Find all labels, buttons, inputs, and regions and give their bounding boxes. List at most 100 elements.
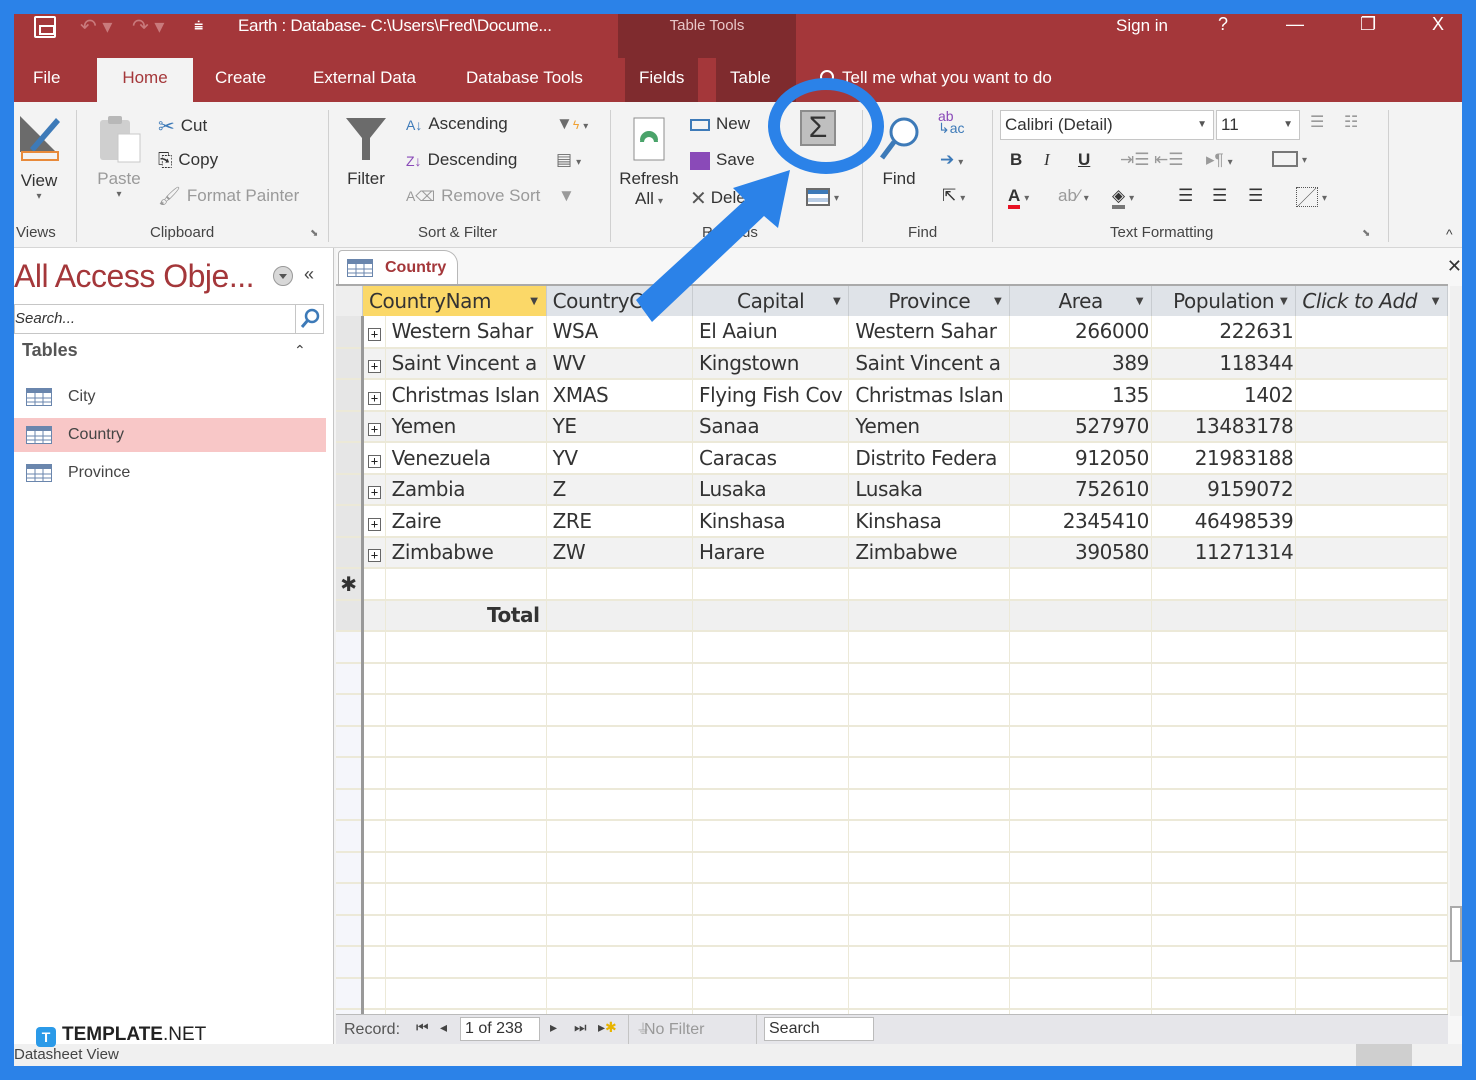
table-row[interactable]: + Zaire ZRE Kinshasa Kinshasa 2345410 46498539	[336, 505, 1448, 538]
save-icon[interactable]	[34, 16, 56, 38]
selection-filter-button[interactable]: ▼ϟ ▾	[556, 114, 588, 134]
cell-population[interactable]: 222631	[1151, 316, 1297, 349]
empty-cell[interactable]	[692, 568, 850, 601]
align-left-button[interactable]: ☰	[1178, 186, 1193, 206]
cell-area[interactable]: 752610	[1009, 473, 1152, 506]
row-selector[interactable]	[336, 347, 364, 380]
expand-plus-icon[interactable]: +	[367, 391, 381, 405]
table-row[interactable]: + Zimbabwe ZW Harare Zimbabwe 390580 11271314	[336, 536, 1448, 569]
shutter-bar-close-icon[interactable]: «	[304, 264, 314, 285]
align-center-button[interactable]: ☰	[1212, 186, 1227, 206]
cell-population[interactable]: 1402	[1151, 379, 1297, 412]
chevron-down-icon[interactable]: ▼	[1136, 296, 1144, 307]
tab-table[interactable]: Table	[716, 58, 796, 102]
total-cell[interactable]	[1009, 599, 1152, 632]
cell-population[interactable]: 13483178	[1151, 410, 1297, 443]
cell-click-to-add[interactable]	[1295, 442, 1448, 475]
highlight-button[interactable]: ab⁄ ▾	[1058, 186, 1089, 206]
cell-province[interactable]: Saint Vincent a	[848, 347, 1011, 380]
cell-area[interactable]: 266000	[1009, 316, 1152, 349]
select-button[interactable]: ⇱ ▾	[942, 186, 965, 206]
cell-country-name[interactable]: Zambia	[385, 473, 547, 506]
cell-country-code[interactable]: WSA	[546, 316, 694, 349]
decrease-indent-button[interactable]: ⇤☰	[1154, 150, 1183, 170]
cell-country-name[interactable]: Western Sahar	[385, 316, 547, 349]
total-cell[interactable]	[848, 599, 1011, 632]
new-record-button[interactable]: New	[690, 114, 750, 134]
cut-button[interactable]: ✂ Cut	[158, 114, 207, 139]
view-button[interactable]: View ▾	[16, 112, 62, 202]
minimize-button[interactable]: —	[1286, 14, 1304, 35]
empty-cell[interactable]	[1151, 568, 1297, 601]
next-record-icon[interactable]: ▸	[550, 1019, 557, 1036]
cell-click-to-add[interactable]	[1295, 379, 1448, 412]
record-search-input[interactable]: Search	[764, 1017, 874, 1041]
delete-record-button[interactable]: ✕ Delete	[690, 186, 760, 211]
row-selector[interactable]	[336, 410, 364, 443]
table-row[interactable]: + Zambia Z Lusaka Lusaka 752610 9159072	[336, 473, 1448, 506]
totals-button[interactable]: Σ	[800, 110, 836, 146]
cell-country-name[interactable]: Saint Vincent a	[385, 347, 547, 380]
sign-in-link[interactable]: Sign in	[1116, 16, 1168, 36]
new-record-row[interactable]: ✱	[336, 568, 1448, 601]
cell-province[interactable]: Yemen	[848, 410, 1011, 443]
expand-plus-icon[interactable]: +	[367, 360, 381, 374]
dialog-launcher-icon[interactable]: ⬊	[1362, 228, 1370, 239]
chevron-down-icon[interactable]: ▼	[530, 296, 538, 307]
ltr-button[interactable]: ▸¶ ▾	[1206, 150, 1233, 170]
nav-item-province[interactable]: Province	[14, 456, 326, 490]
cell-population[interactable]: 11271314	[1151, 536, 1297, 569]
cell-country-code[interactable]: ZRE	[546, 505, 694, 538]
scrollbar-thumb[interactable]	[1450, 906, 1462, 962]
empty-cell[interactable]	[362, 568, 386, 601]
table-row[interactable]: + Christmas Islan XMAS Flying Fish Cov Chris…	[336, 379, 1448, 412]
table-row[interactable]: + Western Sahar WSA El Aaiun Western Sahar 26…	[336, 316, 1448, 349]
ascending-button[interactable]: A↓ Ascending	[406, 114, 508, 134]
increase-indent-button[interactable]: ⇥☰	[1120, 150, 1149, 170]
cell-country-code[interactable]: YV	[546, 442, 694, 475]
total-cell[interactable]	[546, 599, 694, 632]
cell-click-to-add[interactable]	[1295, 347, 1448, 380]
expand-cell[interactable]: +	[362, 536, 386, 569]
cell-capital[interactable]: Kinshasa	[692, 505, 850, 538]
cell-country-code[interactable]: YE	[546, 410, 694, 443]
cell-capital[interactable]: Flying Fish Cov	[692, 379, 850, 412]
expand-plus-icon[interactable]: +	[367, 423, 381, 437]
datasheet-view-icon[interactable]	[1356, 1044, 1412, 1066]
copy-button[interactable]: ⎘ Copy	[158, 150, 218, 171]
expand-plus-icon[interactable]: +	[367, 454, 381, 468]
cell-province[interactable]: Lusaka	[848, 473, 1011, 506]
empty-cell[interactable]	[848, 568, 1011, 601]
toggle-filter-button[interactable]: ▼	[558, 186, 575, 206]
current-record-input[interactable]: 1 of 238	[460, 1017, 540, 1041]
total-cell[interactable]	[1295, 599, 1448, 632]
font-color-button[interactable]: A ▾	[1008, 186, 1029, 209]
row-selector[interactable]	[336, 599, 364, 632]
design-view-status-icon[interactable]	[1414, 1044, 1462, 1066]
row-selector[interactable]	[336, 442, 364, 475]
search-icon[interactable]	[295, 305, 323, 333]
row-selector[interactable]	[336, 316, 364, 349]
close-button[interactable]: X	[1432, 14, 1444, 35]
restore-button[interactable]: ❐	[1360, 14, 1376, 35]
more-records-button[interactable]: ▾	[806, 186, 839, 206]
font-size-select[interactable]: 11 ▼	[1216, 110, 1300, 140]
last-record-icon[interactable]: ⏭	[574, 1019, 587, 1036]
column-header-population[interactable]: Population ▼	[1151, 286, 1297, 316]
expand-plus-icon[interactable]: +	[367, 517, 381, 531]
tab-fields[interactable]: Fields	[625, 58, 699, 102]
tab-file[interactable]: File	[19, 58, 74, 102]
tab-external-data[interactable]: External Data	[299, 58, 430, 102]
cell-capital[interactable]: Harare	[692, 536, 850, 569]
cell-province[interactable]: Western Sahar	[848, 316, 1011, 349]
cell-click-to-add[interactable]	[1295, 410, 1448, 443]
replace-button[interactable]: ab ↳ac	[938, 109, 965, 135]
cell-province[interactable]: Distrito Federa	[848, 442, 1011, 475]
cell-click-to-add[interactable]	[1295, 316, 1448, 349]
save-record-button[interactable]: Save	[690, 150, 755, 170]
nav-menu-dropdown-icon[interactable]	[273, 266, 293, 286]
cell-capital[interactable]: Caracas	[692, 442, 850, 475]
column-header-area[interactable]: Area ▼	[1009, 286, 1152, 316]
cell-area[interactable]: 390580	[1009, 536, 1152, 569]
table-row[interactable]: + Venezuela YV Caracas Distrito Federa 912050…	[336, 442, 1448, 475]
